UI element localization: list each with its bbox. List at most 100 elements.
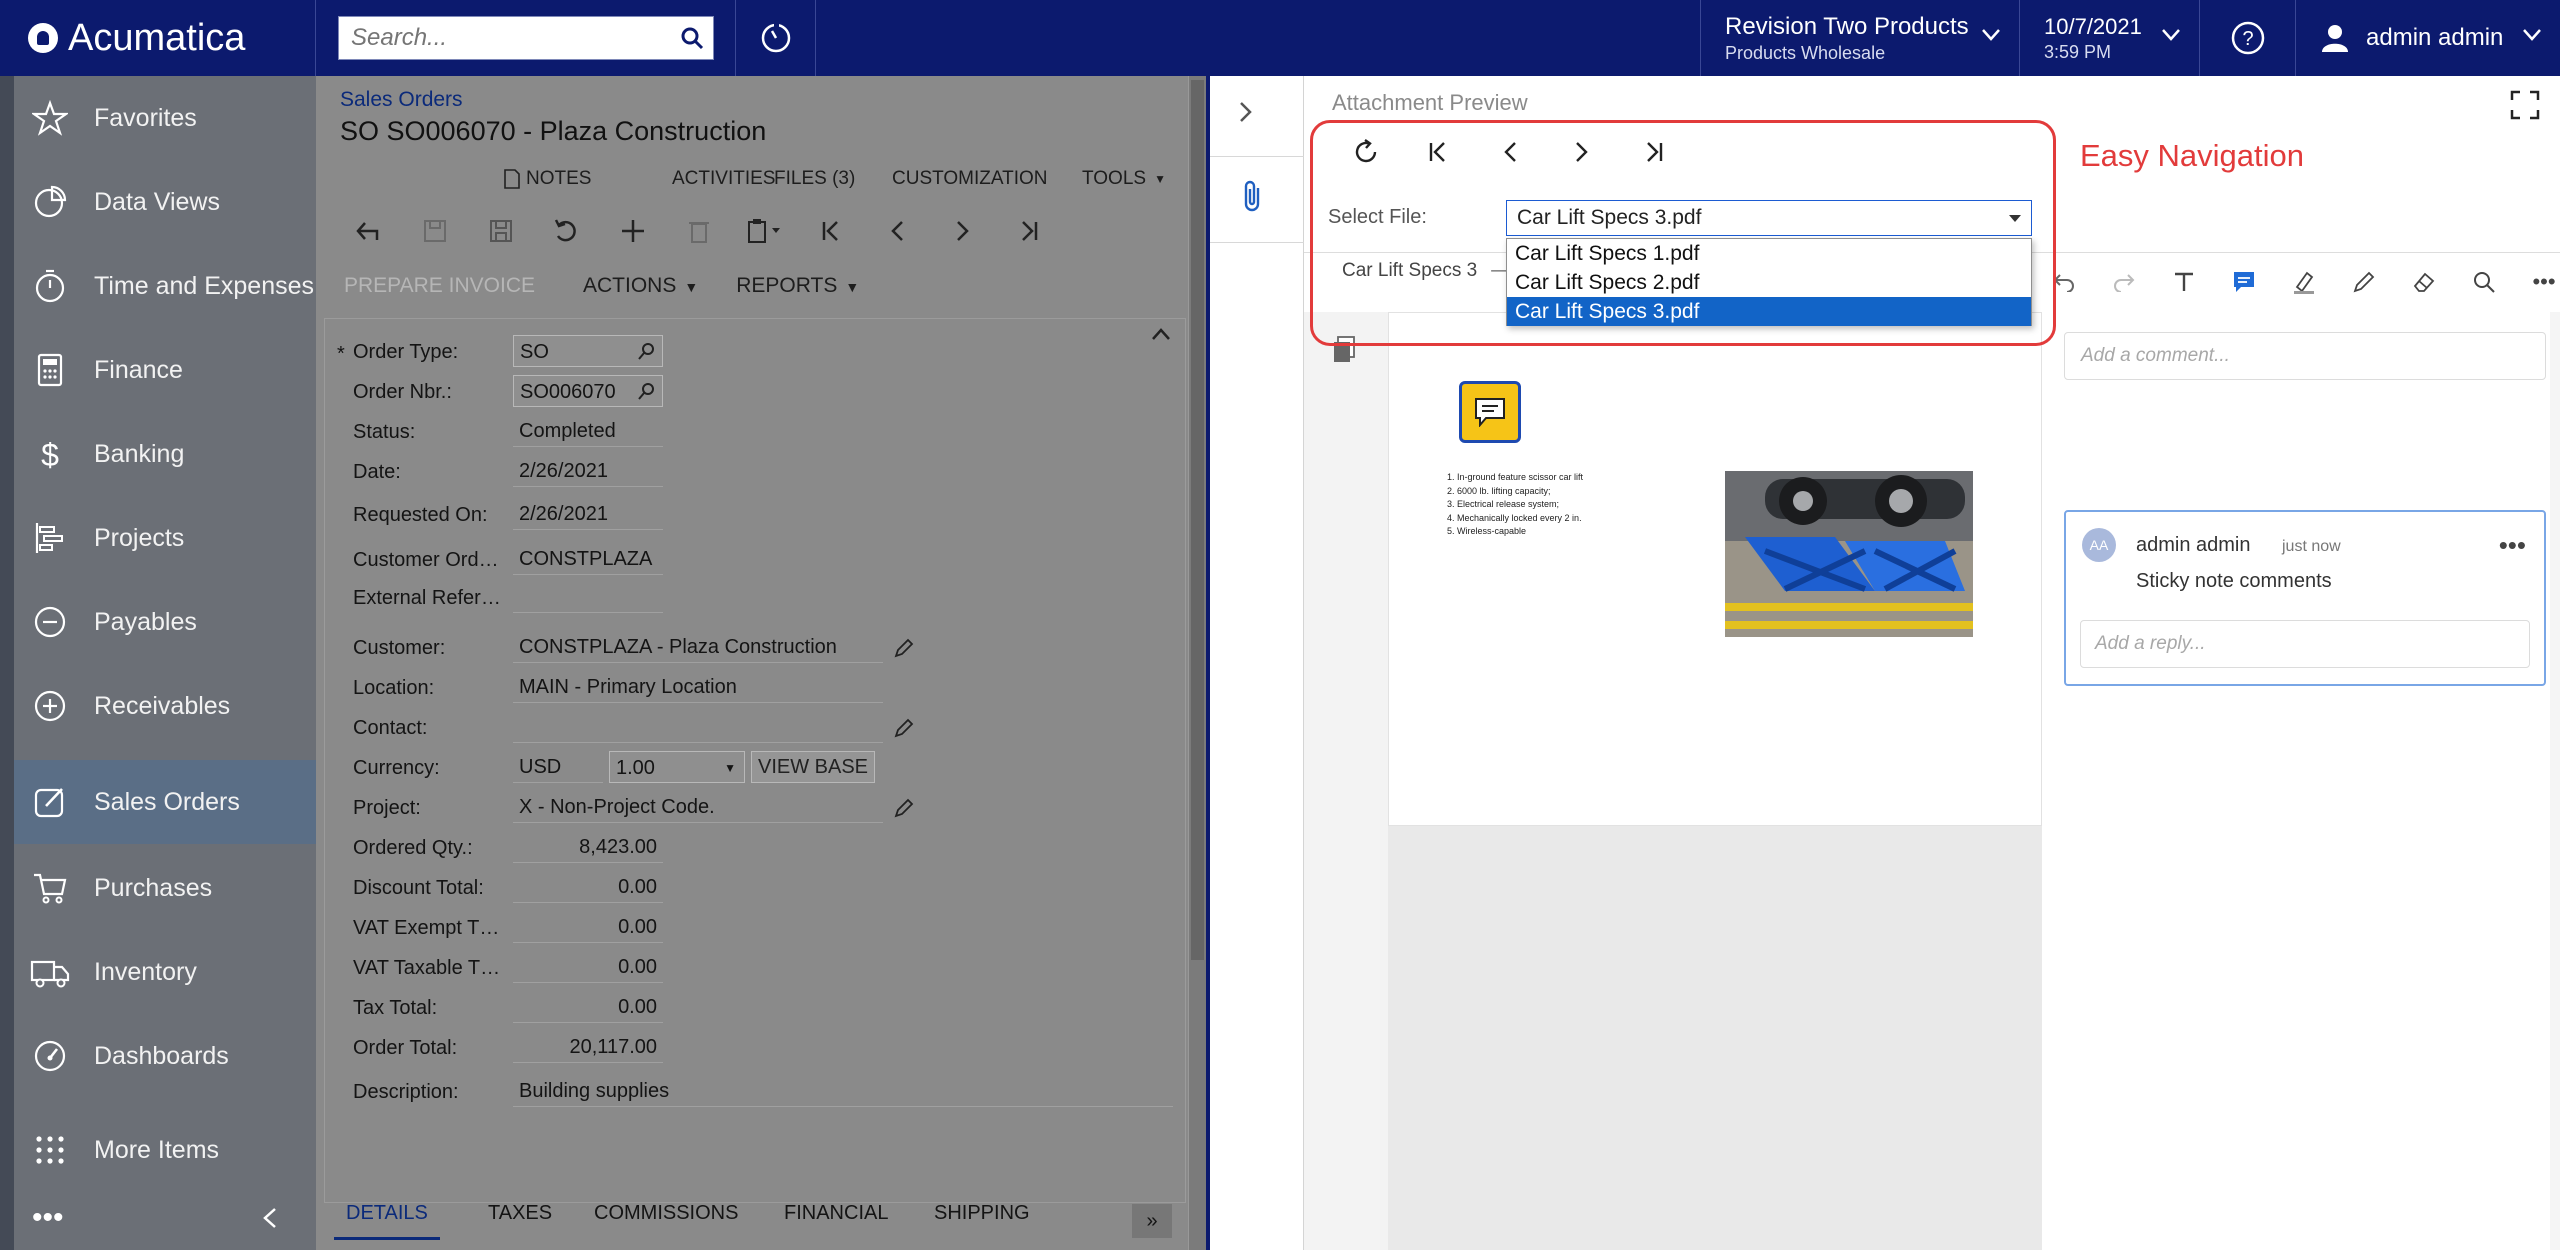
tab-shipping[interactable]: SHIPPING xyxy=(934,1202,1030,1240)
sidebar-item-data-views[interactable]: Data Views xyxy=(14,160,316,244)
sidebar-item-more-items[interactable]: More Items xyxy=(14,1108,316,1192)
order-nbr-input[interactable]: SO006070 xyxy=(513,375,663,407)
tab-details[interactable]: DETAILS xyxy=(334,1202,440,1240)
scrollbar-thumb[interactable] xyxy=(1191,80,1204,960)
order-total-value: 20,117.00 xyxy=(513,1031,663,1063)
save-button[interactable] xyxy=(468,206,534,256)
truck-icon xyxy=(28,950,72,994)
chevron-up-icon[interactable] xyxy=(1151,327,1171,341)
last-record-button[interactable] xyxy=(996,206,1062,256)
tab-taxes[interactable]: TAXES xyxy=(488,1202,552,1240)
comment-tool-button[interactable] xyxy=(2214,252,2274,312)
previous-record-button[interactable] xyxy=(864,206,930,256)
menu-files[interactable]: FILES (3) xyxy=(774,164,855,194)
more-tabs-button[interactable]: » xyxy=(1132,1204,1172,1238)
brand-logo[interactable]: Acumatica xyxy=(0,0,316,76)
eraser-tool-button[interactable] xyxy=(2394,252,2454,312)
sidebar-item-inventory[interactable]: Inventory xyxy=(14,930,316,1014)
recent-history-button[interactable] xyxy=(736,0,816,76)
menu-activities[interactable]: ACTIVITIES xyxy=(672,164,775,194)
pen-tool-button[interactable] xyxy=(2334,252,2394,312)
user-menu[interactable]: admin admin xyxy=(2296,0,2560,76)
more-options-icon[interactable]: ••• xyxy=(32,1201,64,1235)
search-icon[interactable] xyxy=(638,342,656,360)
acumatica-logo-icon xyxy=(28,23,58,53)
tab-commissions[interactable]: COMMISSIONS xyxy=(594,1202,738,1240)
svg-text:$: $ xyxy=(41,437,59,472)
comment-card[interactable]: AA admin admin just now ••• Sticky note … xyxy=(2064,510,2546,686)
back-button[interactable] xyxy=(336,206,402,256)
business-date-selector[interactable]: 10/7/2021 3:59 PM xyxy=(2020,0,2200,76)
add-button[interactable] xyxy=(600,206,666,256)
save-close-button[interactable] xyxy=(402,206,468,256)
copy-paste-button[interactable] xyxy=(732,206,798,256)
external-ref-input[interactable] xyxy=(513,581,663,613)
sidebar-item-label: Payables xyxy=(94,607,197,636)
customer-order-input[interactable]: CONSTPLAZA xyxy=(513,543,663,575)
form-scrollbar[interactable] xyxy=(1188,76,1206,1250)
currency-input[interactable]: USD xyxy=(513,751,603,783)
search-icon[interactable] xyxy=(671,17,713,59)
customer-input[interactable]: CONSTPLAZA - Plaza Construction xyxy=(513,631,883,663)
reports-menu[interactable]: REPORTS ▼ xyxy=(736,274,859,298)
sidebar-item-sales-orders[interactable]: Sales Orders xyxy=(14,760,316,844)
first-record-button[interactable] xyxy=(798,206,864,256)
spec-item: 5. Wireless-capable xyxy=(1447,526,1527,536)
text-icon xyxy=(2175,272,2193,291)
next-record-button[interactable] xyxy=(930,206,996,256)
add-comment-input[interactable]: Add a comment... xyxy=(2064,332,2546,380)
prepare-invoice-button[interactable]: PREPARE INVOICE xyxy=(344,274,535,298)
collapse-sidebar-icon[interactable] xyxy=(262,1207,278,1229)
tab-financial[interactable]: FINANCIAL xyxy=(784,1202,888,1240)
pencil-icon[interactable] xyxy=(893,797,915,819)
paperclip-icon[interactable] xyxy=(1240,178,1266,214)
sidebar-item-banking[interactable]: $ Banking xyxy=(14,412,316,496)
project-input[interactable]: X - Non-Project Code. xyxy=(513,791,883,823)
undo-button[interactable] xyxy=(534,206,600,256)
menu-label: CUSTOMIZATION xyxy=(892,168,1048,189)
more-tools-button[interactable]: ••• xyxy=(2514,252,2560,312)
pencil-icon[interactable] xyxy=(893,717,915,739)
redo-button[interactable] xyxy=(2094,252,2154,312)
sidebar-item-purchases[interactable]: Purchases xyxy=(14,846,316,930)
breadcrumb[interactable]: Sales Orders xyxy=(340,88,463,112)
sidebar-item-dashboards[interactable]: Dashboards xyxy=(14,1014,316,1098)
detail-tabs: DETAILS TAXES COMMISSIONS FINANCIAL SHIP… xyxy=(324,1194,1186,1244)
requested-on-input[interactable]: 2/26/2021 xyxy=(513,498,663,530)
pencil-icon[interactable] xyxy=(893,637,915,659)
menu-notes[interactable]: NOTES xyxy=(504,164,591,194)
search-document-button[interactable] xyxy=(2454,252,2514,312)
order-type-input[interactable]: SO xyxy=(513,335,663,367)
delete-button[interactable] xyxy=(666,206,732,256)
chevron-right-icon[interactable] xyxy=(1238,100,1254,124)
view-base-button[interactable]: VIEW BASE xyxy=(751,751,875,783)
fullscreen-icon[interactable] xyxy=(2510,90,2540,120)
date-input[interactable]: 2/26/2021 xyxy=(513,455,663,487)
menu-tools[interactable]: TOOLS ▼ xyxy=(1082,164,1166,194)
sidebar-item-payables[interactable]: Payables xyxy=(14,580,316,664)
search-icon[interactable] xyxy=(638,382,656,400)
status-value: Completed xyxy=(513,415,663,447)
currency-rate-select[interactable]: 1.00 ▼ xyxy=(609,751,745,783)
summary-panel: * Order Type: SO Order Nbr.: SO006070 St… xyxy=(324,318,1186,1203)
comment-options-icon[interactable]: ••• xyxy=(2499,530,2526,561)
highlight-tool-button[interactable] xyxy=(2274,252,2334,312)
sidebar-item-time-and-expenses[interactable]: Time and Expenses xyxy=(14,244,316,328)
search-input[interactable] xyxy=(339,17,671,59)
text-tool-button[interactable] xyxy=(2154,252,2214,312)
description-input[interactable]: Building supplies xyxy=(513,1075,1173,1107)
sidebar-item-favorites[interactable]: Favorites xyxy=(14,76,316,160)
sticky-note-annotation[interactable] xyxy=(1459,381,1521,443)
sidebar-item-label: Time and Expenses xyxy=(94,271,315,300)
company-selector[interactable]: Revision Two Products Products Wholesale xyxy=(1700,0,2020,76)
reply-input[interactable]: Add a reply... xyxy=(2080,620,2530,668)
help-button[interactable]: ? xyxy=(2200,0,2296,76)
sidebar-item-finance[interactable]: Finance xyxy=(14,328,316,412)
comments-scrollbar[interactable] xyxy=(2550,312,2560,1250)
contact-input[interactable] xyxy=(513,711,883,743)
sidebar-item-projects[interactable]: Projects xyxy=(14,496,316,580)
location-input[interactable]: MAIN - Primary Location xyxy=(513,671,883,703)
menu-customization[interactable]: CUSTOMIZATION xyxy=(892,164,1048,194)
actions-menu[interactable]: ACTIONS ▼ xyxy=(583,274,698,298)
sidebar-item-receivables[interactable]: Receivables xyxy=(14,664,316,748)
